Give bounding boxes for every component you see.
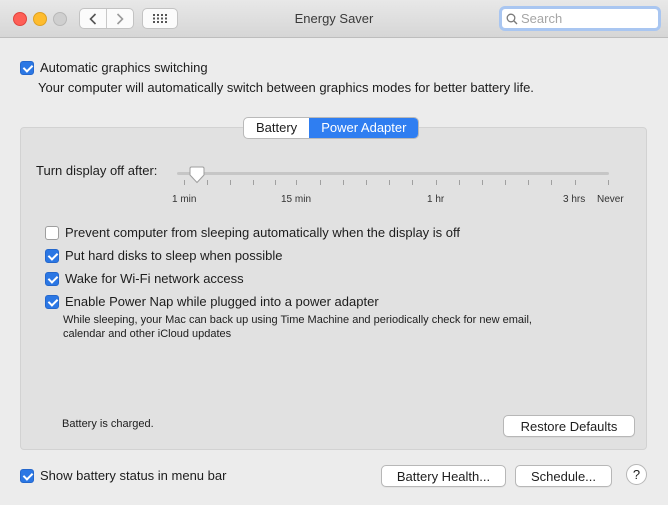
tab-battery[interactable]: Battery bbox=[244, 118, 309, 138]
hard-disks-sleep-label: Put hard disks to sleep when possible bbox=[65, 248, 283, 263]
search-field[interactable] bbox=[499, 6, 661, 31]
title-bar: Energy Saver bbox=[0, 0, 668, 38]
graphics-switching-description: Your computer will automatically switch … bbox=[38, 80, 534, 95]
slider-tick bbox=[230, 180, 231, 185]
prevent-sleep-checkbox[interactable] bbox=[45, 225, 59, 240]
slider-tick bbox=[436, 180, 437, 185]
slider-tick bbox=[608, 180, 609, 185]
search-icon bbox=[506, 13, 518, 24]
prevent-sleep-label: Prevent computer from sleeping automatic… bbox=[65, 225, 461, 240]
search-input[interactable] bbox=[518, 11, 651, 26]
battery-status-text: Battery is charged. bbox=[62, 418, 154, 430]
restore-defaults-button[interactable]: Restore Defaults bbox=[503, 415, 635, 437]
power-nap-description-line-1: While sleeping, your Mac can back up usi… bbox=[63, 314, 532, 326]
slider-tick bbox=[575, 180, 576, 185]
slider-tick bbox=[528, 180, 529, 185]
tick-label-15-min: 15 min bbox=[281, 194, 312, 205]
slider-tick bbox=[184, 180, 185, 185]
power-nap-description: While sleeping, your Mac can back up usi… bbox=[63, 313, 532, 341]
wake-wifi-checkbox[interactable] bbox=[45, 271, 59, 286]
battery-health-button[interactable]: Battery Health... bbox=[381, 465, 506, 487]
slider-tick bbox=[482, 180, 483, 185]
prevent-sleep-row[interactable]: Prevent computer from sleeping automatic… bbox=[45, 225, 460, 240]
slider-tick bbox=[551, 180, 552, 185]
slider-tick bbox=[505, 180, 506, 185]
slider-tick bbox=[207, 180, 208, 185]
slider-tick bbox=[366, 180, 367, 185]
slider-tick bbox=[412, 180, 413, 185]
slider-tick bbox=[275, 180, 276, 185]
wake-wifi-row[interactable]: Wake for Wi-Fi network access bbox=[45, 271, 244, 286]
hard-disks-sleep-row[interactable]: Put hard disks to sleep when possible bbox=[45, 248, 283, 263]
power-source-tabs: Battery Power Adapter bbox=[243, 117, 420, 139]
slider-tick bbox=[253, 180, 254, 185]
tab-power-adapter[interactable]: Power Adapter bbox=[309, 118, 419, 138]
schedule-button[interactable]: Schedule... bbox=[515, 465, 612, 487]
help-button[interactable]: ? bbox=[626, 464, 647, 485]
graphics-switching-label: Automatic graphics switching bbox=[40, 60, 208, 75]
tick-label-never: Never bbox=[597, 194, 624, 205]
power-nap-checkbox[interactable] bbox=[45, 294, 59, 309]
power-nap-label: Enable Power Nap while plugged into a po… bbox=[65, 294, 379, 309]
show-battery-status-label: Show battery status in menu bar bbox=[40, 468, 227, 483]
energy-saver-window: Energy Saver Automatic graphics switchin… bbox=[0, 0, 668, 505]
display-off-slider-thumb[interactable] bbox=[188, 166, 206, 184]
power-nap-row[interactable]: Enable Power Nap while plugged into a po… bbox=[45, 294, 379, 309]
slider-tick bbox=[320, 180, 321, 185]
slider-tick bbox=[343, 180, 344, 185]
tick-label-1-min: 1 min bbox=[172, 194, 197, 205]
slider-tick bbox=[459, 180, 460, 185]
show-battery-status-checkbox[interactable] bbox=[20, 468, 34, 483]
graphics-switching-row[interactable]: Automatic graphics switching bbox=[20, 60, 208, 75]
slider-tick bbox=[389, 180, 390, 185]
graphics-switching-checkbox[interactable] bbox=[20, 60, 34, 75]
tick-label-3-hrs: 3 hrs bbox=[563, 194, 586, 205]
power-nap-description-line-2: calendar and other iCloud updates bbox=[63, 328, 232, 340]
hard-disks-sleep-checkbox[interactable] bbox=[45, 248, 59, 263]
display-off-slider-track[interactable] bbox=[177, 172, 609, 175]
show-battery-status-row[interactable]: Show battery status in menu bar bbox=[20, 468, 226, 483]
display-off-label: Turn display off after: bbox=[36, 163, 158, 178]
tick-label-1-hr: 1 hr bbox=[427, 194, 445, 205]
wake-wifi-label: Wake for Wi-Fi network access bbox=[65, 271, 244, 286]
slider-tick bbox=[296, 180, 297, 185]
